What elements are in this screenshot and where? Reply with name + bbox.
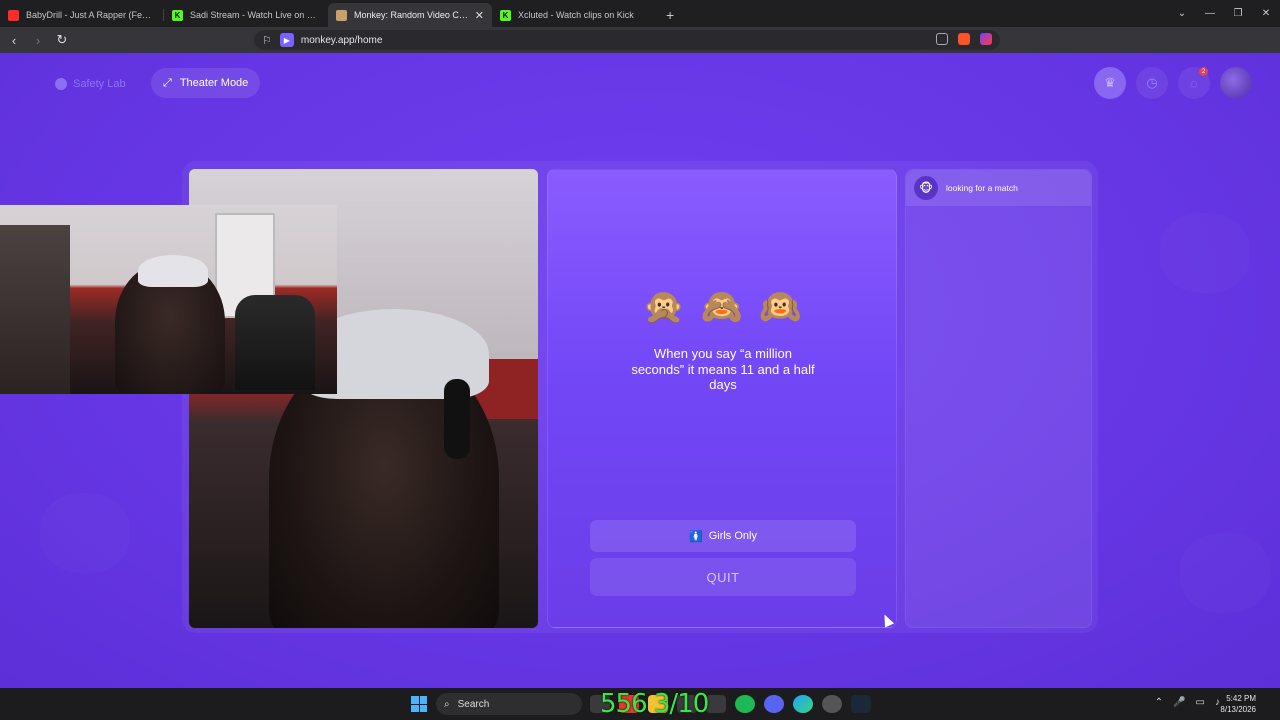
tab-title: Xcluted - Watch clips on Kick	[518, 10, 634, 20]
chat-panel: 🐵 looking for a match	[905, 169, 1092, 628]
kick-icon: K	[500, 9, 511, 21]
browser-tab-2[interactable]: K Sadi Stream - Watch Live on Kick	[164, 3, 328, 27]
close-tab-icon[interactable]: ✕	[475, 9, 484, 22]
clock-time: 5:42 PM	[1226, 694, 1256, 703]
address-bar[interactable]: ⚐ ▶ monkey.app/home	[254, 30, 1000, 50]
edge-icon[interactable]	[793, 695, 813, 713]
network-icon[interactable]: ▭	[1196, 697, 1205, 708]
taskbar-clock[interactable]: 5:42 PM 8/13/2026	[1220, 693, 1256, 715]
theater-mode-button[interactable]: ⤢ Theater Mode	[151, 68, 261, 98]
volume-icon[interactable]: ♪	[1215, 697, 1220, 708]
back-icon[interactable]: ‹	[4, 33, 24, 48]
browser-tab-3[interactable]: Monkey: Random Video Chat ✕	[328, 3, 492, 27]
clock-date: 8/13/2026	[1220, 705, 1256, 714]
browser-tab-1[interactable]: BabyDrill - Just A Rapper (Feat. Hunx	[0, 3, 164, 27]
window-controls: ⌄ — ❐ ✕	[1168, 0, 1280, 27]
system-tray: ⌃ 🎤 ▭ ♪	[1155, 697, 1220, 708]
see-no-evil-monkey-icon: 🙈	[700, 287, 744, 327]
browser-toolbar: ‹ › ↻ ⚐ ▶ monkey.app/home ✧ ♫ ▯ ▣ ✦ ⛉ ☰	[0, 27, 1280, 73]
female-icon: 🚺	[689, 530, 703, 543]
monkey-icon	[336, 9, 347, 21]
brave-rewards-icon[interactable]	[980, 33, 992, 45]
chevron-up-icon[interactable]: ⌃	[1155, 697, 1163, 708]
safety-lab-button[interactable]: Safety Lab	[47, 71, 134, 97]
monkey-emojis: 🙊 🙈 🙉	[548, 288, 896, 326]
avatar[interactable]	[1220, 67, 1252, 99]
girls-only-button[interactable]: 🚺 Girls Only	[590, 520, 856, 552]
match-panel: 🙊 🙈 🙉 When you say “a million seconds” i…	[547, 169, 897, 628]
history-icon[interactable]: ◷	[1136, 67, 1168, 99]
shield-icon	[55, 78, 67, 90]
obs-icon[interactable]	[822, 695, 842, 713]
monkey-app-page: Safety Lab ⤢ Theater Mode ♛ ◷ ◌ 2 🙊 🙈 🙉 W…	[0, 53, 1280, 688]
tab-title: Monkey: Random Video Chat	[354, 10, 469, 20]
safety-lab-label: Safety Lab	[73, 78, 126, 90]
tab-title: BabyDrill - Just A Rapper (Feat. Hunx	[26, 10, 156, 20]
url-text[interactable]: monkey.app/home	[301, 35, 383, 46]
app-icon[interactable]	[706, 695, 726, 713]
tab-title: Sadi Stream - Watch Live on Kick	[190, 10, 320, 20]
new-tab-button[interactable]: +	[666, 3, 674, 27]
tab-list-icon[interactable]: ⌄	[1168, 8, 1196, 19]
crown-icon[interactable]: ♛	[1094, 67, 1126, 99]
stream-webcam-overlay	[0, 205, 337, 394]
kick-icon: K	[172, 9, 183, 21]
site-info-icon[interactable]: ▶	[279, 33, 294, 47]
browser-tab-4[interactable]: K Xcluted - Watch clips on Kick	[492, 3, 656, 27]
hear-no-evil-monkey-icon: 🙉	[759, 287, 802, 327]
quit-button[interactable]: QUIT	[590, 558, 856, 596]
match-status-text: looking for a match	[946, 183, 1018, 193]
forward-icon[interactable]: ›	[28, 33, 48, 48]
close-window-icon[interactable]: ✕	[1252, 8, 1280, 19]
fun-fact-text: When you say “a million seconds” it mean…	[631, 346, 815, 392]
reload-icon[interactable]: ↻	[52, 32, 72, 48]
match-status-bar: 🐵 looking for a match	[906, 170, 1091, 206]
minimize-icon[interactable]: —	[1196, 8, 1224, 19]
discord-icon[interactable]	[764, 695, 784, 713]
spotify-icon[interactable]	[735, 695, 755, 713]
speak-no-evil-monkey-icon: 🙊	[642, 287, 685, 327]
microphone-icon[interactable]: 🎤	[1173, 697, 1185, 708]
header-actions: ♛ ◷ ◌ 2	[1094, 67, 1252, 99]
girls-only-label: Girls Only	[708, 530, 757, 542]
browser-tab-bar: BabyDrill - Just A Rapper (Feat. Hunx K …	[0, 0, 1280, 27]
taskbar-search-label: Search	[457, 698, 490, 710]
stream-counter-overlay: 556 3/10	[600, 689, 709, 719]
cast-icon[interactable]	[936, 33, 948, 45]
chat-icon[interactable]: ◌ 2	[1178, 67, 1210, 99]
notification-badge: 2	[1199, 67, 1208, 76]
windows-start-icon[interactable]	[411, 696, 427, 712]
monkey-face-icon: 🐵	[914, 176, 938, 200]
bookmark-icon[interactable]: ⚐	[262, 34, 272, 47]
steam-icon[interactable]	[851, 695, 871, 713]
taskbar-search[interactable]: ⌕ Search	[436, 693, 582, 715]
expand-icon: ⤢	[163, 76, 172, 89]
youtube-icon	[8, 9, 19, 21]
theater-mode-label: Theater Mode	[179, 77, 249, 89]
search-icon: ⌕	[444, 698, 450, 710]
brave-shield-icon[interactable]	[958, 33, 970, 45]
maximize-icon[interactable]: ❐	[1224, 8, 1252, 19]
